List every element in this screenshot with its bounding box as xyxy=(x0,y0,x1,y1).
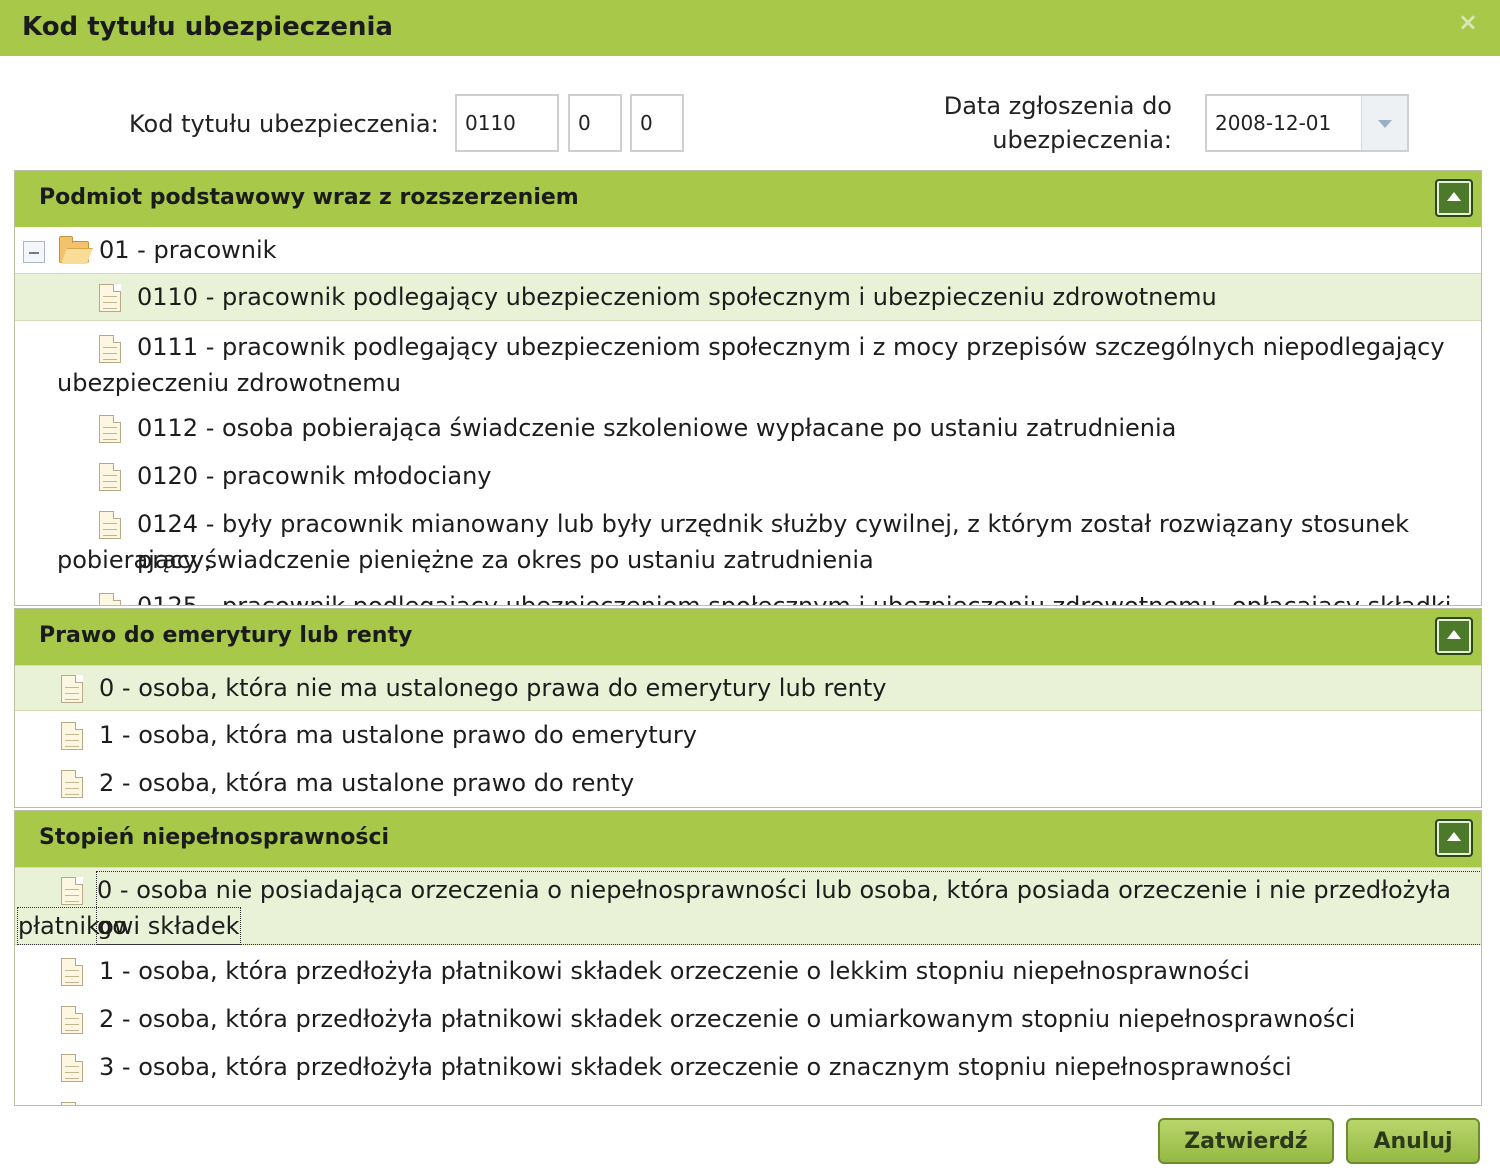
panel-stopien-title: Stopień niepełnosprawności xyxy=(39,825,390,850)
list-item-stopien-2[interactable]: 2 - osoba, która przedłożyła płatnikowi … xyxy=(15,997,1481,1043)
code-part3-input[interactable] xyxy=(630,94,684,152)
panel-prawo-title: Prawo do emerytury lub renty xyxy=(39,623,413,648)
date-dropdown-button[interactable] xyxy=(1361,96,1407,150)
date-label-line1: Data zgłoszenia do xyxy=(943,92,1172,120)
panel-stopien-header: Stopień niepełnosprawności xyxy=(15,811,1481,867)
tree-item-0110[interactable]: 0110 - pracownik podlegający ubezpieczen… xyxy=(15,273,1481,321)
confirm-button[interactable]: Zatwierdź xyxy=(1158,1118,1334,1164)
panel-podmiot-body: 01 - pracownik 0110 - pracownik podlegaj… xyxy=(15,227,1481,605)
document-icon xyxy=(61,1006,83,1034)
document-icon xyxy=(61,722,83,750)
item-label: 0 - osoba nie posiadająca orzeczenia o n… xyxy=(96,871,1481,945)
tree-item-0120[interactable]: 0120 - pracownik młodociany xyxy=(15,453,1481,499)
item-label: 0111 - pracownik podlegający ubezpieczen… xyxy=(137,333,1445,361)
document-icon xyxy=(99,335,121,363)
item-label: 0120 - pracownik młodociany xyxy=(137,462,492,490)
dialog-title: Kod tytułu ubezpieczenia xyxy=(22,12,393,42)
item-label: 1 - osoba, która ma ustalone prawo do em… xyxy=(99,721,697,749)
item-label-cont: płatnikowi składek xyxy=(17,907,241,945)
panel-prawo: Prawo do emerytury lub renty 0 - osoba, … xyxy=(14,608,1482,808)
collapse-podmiot-button[interactable] xyxy=(1435,179,1473,217)
item-label-cont: pobierający świadczenie pieniężne za okr… xyxy=(57,546,874,574)
tree-item-0124[interactable]: 0124 - były pracownik mianowany lub były… xyxy=(15,501,1481,581)
item-label: 0110 - pracownik podlegający ubezpieczen… xyxy=(137,283,1217,311)
panel-prawo-header: Prawo do emerytury lub renty xyxy=(15,609,1481,665)
document-icon xyxy=(99,284,121,312)
item-label: 2 - osoba, która przedłożyła płatnikowi … xyxy=(99,1005,1356,1033)
list-item-prawo-1[interactable]: 1 - osoba, która ma ustalone prawo do em… xyxy=(15,713,1481,759)
document-icon xyxy=(99,511,121,539)
document-icon xyxy=(61,1102,83,1105)
date-label-line2: ubezpieczenia: xyxy=(992,126,1172,154)
tree-folder-01[interactable]: 01 - pracownik xyxy=(15,227,1481,273)
list-item-prawo-2[interactable]: 2 - osoba, która ma ustalone prawo do re… xyxy=(15,761,1481,807)
code-part2-input[interactable] xyxy=(568,94,622,152)
list-item-stopien-3[interactable]: 3 - osoba, która przedłożyła płatnikowi … xyxy=(15,1045,1481,1091)
item-label: 2 - osoba, która ma ustalone prawo do re… xyxy=(99,769,635,797)
list-item-stopien-4[interactable] xyxy=(15,1093,1481,1105)
item-label: 1 - osoba, która przedłożyła płatnikowi … xyxy=(99,957,1250,985)
panel-stopien-body: 0 - osoba nie posiadająca orzeczenia o n… xyxy=(15,867,1481,1105)
list-item-stopien-1[interactable]: 1 - osoba, która przedłożyła płatnikowi … xyxy=(15,949,1481,995)
tree-item-0125[interactable]: 0125 - pracownik podlegający ubezpieczen… xyxy=(15,583,1481,605)
item-label: 0125 - pracownik podlegający ubezpieczen… xyxy=(137,588,1481,605)
folder-open-icon xyxy=(59,236,89,263)
cancel-button[interactable]: Anuluj xyxy=(1346,1118,1480,1164)
document-icon xyxy=(61,770,83,798)
panel-stopien: Stopień niepełnosprawności 0 - osoba nie… xyxy=(14,810,1482,1106)
document-icon xyxy=(61,675,83,703)
item-label: 0 - osoba, która nie ma ustalonego prawa… xyxy=(99,674,887,702)
document-icon xyxy=(99,463,121,491)
date-picker xyxy=(1205,94,1409,152)
document-icon xyxy=(61,958,83,986)
document-icon xyxy=(99,415,121,443)
document-icon xyxy=(61,877,83,905)
close-icon[interactable]: × xyxy=(1458,8,1478,36)
panel-podmiot-header: Podmiot podstawowy wraz z rozszerzeniem xyxy=(15,171,1481,227)
collapse-stopien-button[interactable] xyxy=(1435,819,1473,857)
panel-podmiot-title: Podmiot podstawowy wraz z rozszerzeniem xyxy=(39,185,579,210)
code-part1-input[interactable] xyxy=(455,94,559,152)
code-label: Kod tytułu ubezpieczenia: xyxy=(129,110,439,138)
item-label-cont: ubezpieczeniu zdrowotnemu xyxy=(57,369,401,397)
date-input[interactable] xyxy=(1207,96,1363,150)
list-item-prawo-0[interactable]: 0 - osoba, która nie ma ustalonego prawa… xyxy=(15,665,1481,711)
dialog-titlebar: Kod tytułu ubezpieczenia × xyxy=(0,0,1500,56)
panel-podmiot: Podmiot podstawowy wraz z rozszerzeniem … xyxy=(14,170,1482,606)
collapse-prawo-button[interactable] xyxy=(1435,617,1473,655)
panel-prawo-body: 0 - osoba, która nie ma ustalonego prawa… xyxy=(15,665,1481,807)
tree-item-0111[interactable]: 0111 - pracownik podlegający ubezpieczen… xyxy=(15,323,1481,403)
list-item-stopien-0[interactable]: 0 - osoba nie posiadająca orzeczenia o n… xyxy=(15,867,1481,945)
document-icon xyxy=(61,1054,83,1082)
item-label: 0112 - osoba pobierająca świadczenie szk… xyxy=(137,414,1177,442)
collapse-minus-icon[interactable] xyxy=(23,241,45,263)
item-label: 3 - osoba, która przedłożyła płatnikowi … xyxy=(99,1053,1292,1081)
folder-label: 01 - pracownik xyxy=(99,236,277,264)
tree-item-0112[interactable]: 0112 - osoba pobierająca świadczenie szk… xyxy=(15,405,1481,451)
document-icon xyxy=(99,593,121,605)
